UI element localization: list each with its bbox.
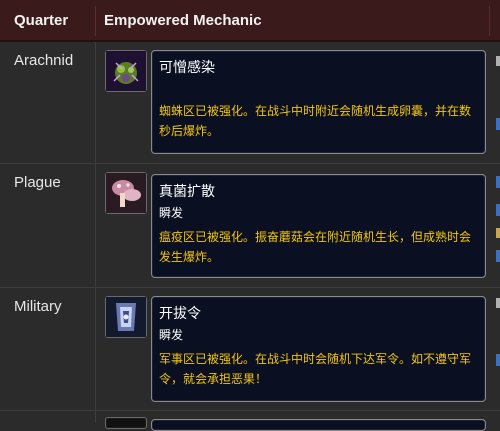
spell-name: 真菌扩散	[159, 184, 215, 200]
overflow-link[interactable]	[496, 204, 500, 216]
header-quarter: Quarter	[14, 12, 69, 29]
header-divider	[95, 6, 96, 36]
table-row	[0, 411, 500, 431]
header-empowered-mechanic: Empowered Mechanic	[104, 12, 262, 29]
table-row: Arachnid 可憎感染 蜘蛛区已被强化。在战斗中时附近会随机生成卵囊，并在数…	[0, 42, 500, 164]
table-row: Military 开拔令 瞬发 军事区已被强化。在战斗中时会随机下达军令。如不遵…	[0, 288, 500, 411]
cast-time: 瞬发	[159, 206, 184, 220]
overflow-link[interactable]	[496, 118, 500, 130]
overflow-link[interactable]	[496, 250, 500, 262]
horde-banner-icon[interactable]	[105, 296, 147, 338]
quarter-label: Military	[14, 298, 62, 315]
overflow-link[interactable]	[496, 176, 500, 188]
table-row: Plague 真菌扩散 瞬发 瘟疫区已被强化。振奋蘑菇会在附近随机生长，但成熟时…	[0, 164, 500, 288]
table-header: Quarter Empowered Mechanic	[0, 0, 500, 42]
spell-description: 瘟疫区已被强化。振奋蘑菇会在附近随机生长，但成熟时会发生爆炸。	[159, 230, 472, 264]
overflow-link[interactable]	[496, 354, 500, 366]
spell-description: 军事区已被强化。在战斗中时会随机下达军令。如不遵守军令，就会承担恶果！	[159, 352, 472, 386]
cast-time: 瞬发	[159, 328, 184, 342]
spell-description: 蜘蛛区已被强化。在战斗中时附近会随机生成卵囊，并在数秒后爆炸。	[159, 104, 472, 138]
quarter-label: Arachnid	[14, 52, 74, 69]
overflow-indicator	[496, 56, 500, 66]
overflow-indicator	[496, 298, 500, 308]
spell-tooltip	[151, 419, 486, 431]
quarter-label: Plague	[14, 174, 61, 191]
spell-tooltip: 可憎感染 蜘蛛区已被强化。在战斗中时附近会随机生成卵囊，并在数秒后爆炸。	[151, 50, 486, 154]
spell-name: 开拔令	[159, 306, 201, 322]
spell-tooltip: 真菌扩散 瞬发 瘟疫区已被强化。振奋蘑菇会在附近随机生长，但成熟时会发生爆炸。	[151, 174, 486, 278]
header-divider	[489, 6, 490, 36]
spider-egg-icon[interactable]	[105, 50, 147, 92]
overflow-indicator	[496, 228, 500, 238]
spell-name: 可憎感染	[159, 60, 215, 76]
mushroom-icon[interactable]	[105, 172, 147, 214]
spell-icon[interactable]	[105, 417, 147, 429]
spell-tooltip: 开拔令 瞬发 军事区已被强化。在战斗中时会随机下达军令。如不遵守军令，就会承担恶…	[151, 296, 486, 402]
